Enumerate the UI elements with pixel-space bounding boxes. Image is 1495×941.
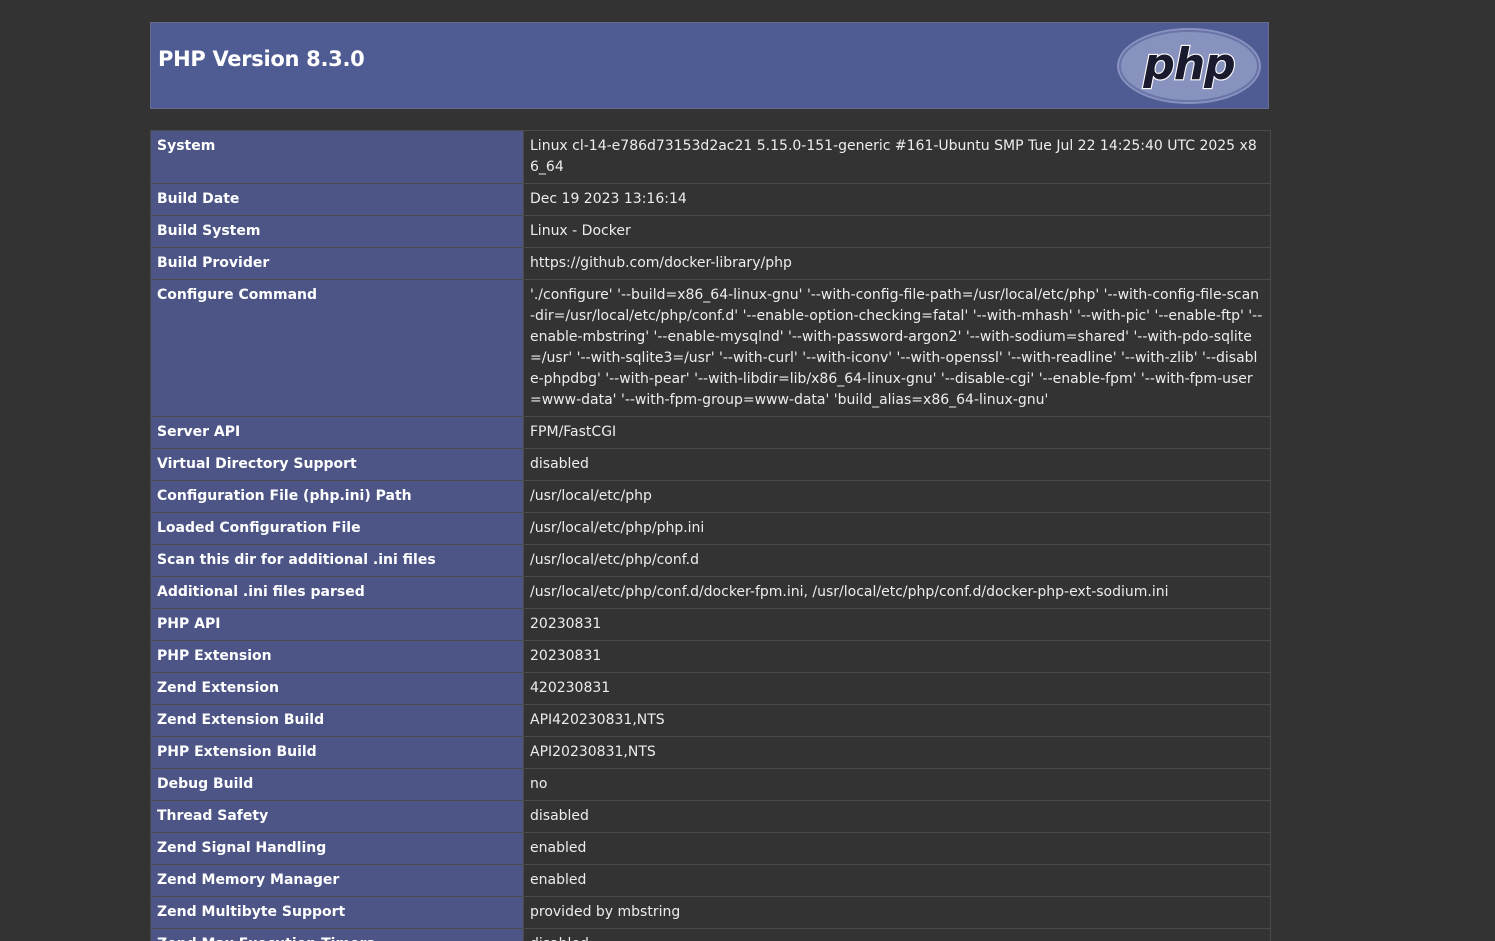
table-row: Zend Max Execution Timersdisabled: [150, 928, 1271, 941]
row-value: API20230831,NTS: [523, 736, 1271, 769]
table-row: Zend Extension 420230831: [150, 672, 1271, 705]
row-value: FPM/FastCGI: [523, 416, 1271, 449]
table-row: Zend Extension Build API420230831,NTS: [150, 704, 1271, 737]
row-value: /usr/local/etc/php/conf.d/docker-fpm.ini…: [523, 576, 1271, 609]
row-key: Zend Extension: [150, 672, 524, 705]
row-value: enabled: [523, 864, 1271, 897]
table-row: Zend Memory Manager enabled: [150, 864, 1271, 897]
row-key: PHP Extension Build: [150, 736, 524, 769]
row-value: Linux - Docker: [523, 215, 1271, 248]
row-value: no: [523, 768, 1271, 801]
row-value: https://github.com/docker-library/php: [523, 247, 1271, 280]
table-row: Configure Command './configure' '--build=…: [150, 279, 1271, 417]
table-row: Build System Linux - Docker: [150, 215, 1271, 248]
row-key: Additional .ini files parsed: [150, 576, 524, 609]
row-value: provided by mbstring: [523, 896, 1271, 929]
row-key: Configuration File (php.ini) Path: [150, 480, 524, 513]
table-row: PHP Extension Build API20230831,NTS: [150, 736, 1271, 769]
row-key: PHP Extension: [150, 640, 524, 673]
table-row: PHP API 20230831: [150, 608, 1271, 641]
row-value: /usr/local/etc/php/conf.d: [523, 544, 1271, 577]
row-key: Build System: [150, 215, 524, 248]
row-key: Configure Command: [150, 279, 524, 417]
table-row: Build Date Dec 19 2023 13:16:14: [150, 183, 1271, 216]
row-value: './configure' '--build=x86_64-linux-gnu'…: [523, 279, 1271, 417]
table-row: System Linux cl-14-e786d73153d2ac21 5.15.…: [150, 130, 1271, 184]
row-key: Scan this dir for additional .ini files: [150, 544, 524, 577]
row-key: Thread Safety: [150, 800, 524, 833]
table-row: Scan this dir for additional .ini files /…: [150, 544, 1271, 577]
row-value: disabled: [523, 448, 1271, 481]
row-value: disabled: [523, 800, 1271, 833]
table-row: Zend Signal Handling enabled: [150, 832, 1271, 865]
table-row: Build Provider https://github.com/docker-…: [150, 247, 1271, 280]
row-key: System: [150, 130, 524, 184]
row-value: 420230831: [523, 672, 1271, 705]
table-row: Server API FPM/FastCGI: [150, 416, 1271, 449]
row-value: disabled: [523, 928, 1271, 941]
row-key: PHP API: [150, 608, 524, 641]
row-key: Zend Memory Manager: [150, 864, 524, 897]
table-row: Debug Build no: [150, 768, 1271, 801]
row-value: /usr/local/etc/php/php.ini: [523, 512, 1271, 545]
table-row: PHP Extension 20230831: [150, 640, 1271, 673]
info-table-body: System Linux cl-14-e786d73153d2ac21 5.15.…: [150, 130, 1271, 941]
row-value: 20230831: [523, 640, 1271, 673]
row-key: Server API: [150, 416, 524, 449]
row-key: Debug Build: [150, 768, 524, 801]
table-row: Additional .ini files parsed/usr/local/e…: [150, 576, 1271, 609]
table-row: Configuration File (php.ini) Path/usr/lo…: [150, 480, 1271, 513]
row-key: Zend Multibyte Support: [150, 896, 524, 929]
table-row: Thread Safety disabled: [150, 800, 1271, 833]
row-key: Zend Signal Handling: [150, 832, 524, 865]
info-table: System Linux cl-14-e786d73153d2ac21 5.15.…: [150, 130, 1271, 941]
row-value: 20230831: [523, 608, 1271, 641]
php-logo-text: php: [1142, 39, 1234, 90]
row-key: Build Date: [150, 183, 524, 216]
page-title: PHP Version 8.3.0: [158, 47, 365, 71]
php-logo-icon[interactable]: php: [1116, 27, 1262, 105]
row-value: API420230831,NTS: [523, 704, 1271, 737]
row-key: Zend Extension Build: [150, 704, 524, 737]
row-key: Build Provider: [150, 247, 524, 280]
table-row: Loaded Configuration File/usr/local/etc/…: [150, 512, 1271, 545]
row-value: Dec 19 2023 13:16:14: [523, 183, 1271, 216]
row-key: Loaded Configuration File: [150, 512, 524, 545]
row-value: enabled: [523, 832, 1271, 865]
row-value: /usr/local/etc/php: [523, 480, 1271, 513]
table-row: Zend Multibyte Support provided by mbstri…: [150, 896, 1271, 929]
row-key: Virtual Directory Support: [150, 448, 524, 481]
table-row: Virtual Directory Support disabled: [150, 448, 1271, 481]
row-key: Zend Max Execution Timers: [150, 928, 524, 941]
phpinfo-header: PHP Version 8.3.0 php: [150, 22, 1269, 109]
row-value: Linux cl-14-e786d73153d2ac21 5.15.0-151-…: [523, 130, 1271, 184]
